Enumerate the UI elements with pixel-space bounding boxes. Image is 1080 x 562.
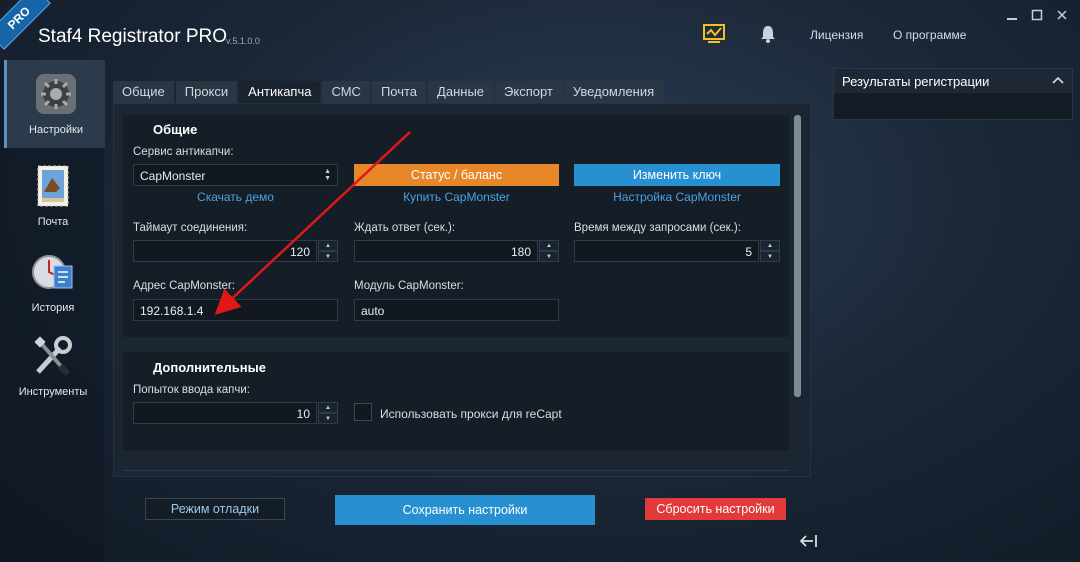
timeout-input[interactable]: 120 — [133, 240, 317, 262]
tab-anticaptcha[interactable]: Антикапча — [239, 81, 321, 103]
title-bar: PRO Staf4 Registrator PRO v.5.1.0.0 Лице… — [0, 0, 1080, 60]
step-up-icon[interactable]: ▲ — [760, 240, 780, 251]
chevron-up-icon[interactable] — [1052, 74, 1064, 88]
service-select-value: CapMonster — [140, 169, 206, 183]
bell-icon[interactable] — [754, 22, 782, 46]
address-input[interactable]: 192.168.1.4 — [133, 299, 338, 321]
step-down-icon[interactable]: ▼ — [318, 413, 338, 424]
attempts-stepper[interactable]: ▲ ▼ — [318, 402, 338, 424]
step-down-icon[interactable]: ▼ — [760, 251, 780, 262]
tools-icon — [30, 334, 76, 378]
wait-input[interactable]: 180 — [354, 240, 538, 262]
tab-proxy[interactable]: Прокси — [175, 81, 238, 103]
use-proxy-checkbox[interactable] — [354, 403, 372, 421]
address-label: Адрес CapMonster: — [133, 280, 235, 292]
wait-stepper[interactable]: ▲ ▼ — [539, 240, 559, 262]
status-balance-button[interactable]: Статус / баланс — [354, 164, 559, 186]
service-label: Сервис антикапчи: — [133, 146, 234, 158]
sidebar-item-mail[interactable]: Почта — [4, 158, 102, 246]
tab-notifications[interactable]: Уведомления — [563, 81, 664, 103]
results-title: Результаты регистрации — [842, 74, 990, 89]
module-label: Модуль CapMonster: — [354, 280, 464, 292]
collapse-panel-icon[interactable] — [798, 532, 820, 550]
step-up-icon[interactable]: ▲ — [318, 240, 338, 251]
use-proxy-label: Использовать прокси для reCapt — [380, 407, 562, 421]
tab-sms[interactable]: СМС — [322, 81, 370, 103]
module-input[interactable]: auto — [354, 299, 559, 321]
wait-label: Ждать ответ (сек.): — [354, 222, 456, 234]
attempts-label: Попыток ввода капчи: — [133, 384, 250, 396]
settings-icon — [33, 72, 79, 116]
app-version: v.5.1.0.0 — [226, 36, 260, 46]
change-key-button[interactable]: Изменить ключ — [574, 164, 780, 186]
step-down-icon[interactable]: ▼ — [539, 251, 559, 262]
close-icon[interactable] — [1051, 8, 1073, 22]
download-demo-link[interactable]: Скачать демо — [133, 190, 338, 204]
interval-input[interactable]: 5 — [574, 240, 759, 262]
tab-data[interactable]: Данные — [428, 81, 494, 103]
step-down-icon[interactable]: ▼ — [318, 251, 338, 262]
about-link[interactable]: О программе — [893, 28, 966, 42]
panel-divider — [123, 470, 789, 471]
registration-results-panel: Результаты регистрации — [833, 68, 1073, 120]
sidebar-item-label: Почта — [37, 216, 69, 228]
panel-scrollbar[interactable] — [794, 115, 801, 397]
history-icon — [30, 250, 76, 294]
minimize-icon[interactable] — [1001, 8, 1023, 22]
results-header: Результаты регистрации — [834, 69, 1072, 93]
settings-tabs: Общие Прокси Антикапча СМС Почта Данные … — [113, 81, 664, 103]
save-settings-button[interactable]: Сохранить настройки — [335, 495, 595, 525]
sidebar-item-label: Инструменты — [18, 386, 88, 398]
step-up-icon[interactable]: ▲ — [318, 402, 338, 413]
general-group-title: Общие — [153, 122, 198, 137]
tab-export[interactable]: Экспорт — [495, 81, 562, 103]
timeout-stepper[interactable]: ▲ ▼ — [318, 240, 338, 262]
timeout-label: Таймаут соединения: — [133, 222, 248, 234]
step-up-icon[interactable]: ▲ — [539, 240, 559, 251]
sidebar-item-settings[interactable]: Настройки — [4, 60, 105, 148]
sidebar-item-tools[interactable]: Инструменты — [4, 328, 102, 416]
interval-stepper[interactable]: ▲ ▼ — [760, 240, 780, 262]
reset-settings-button[interactable]: Сбросить настройки — [645, 498, 786, 520]
extra-group-title: Дополнительные — [153, 360, 266, 375]
tab-mail[interactable]: Почта — [371, 81, 427, 103]
tab-general[interactable]: Общие — [113, 81, 174, 103]
mail-stamp-icon — [30, 164, 76, 208]
sidebar: Настройки Почта История Инструменты — [0, 60, 105, 562]
debug-mode-button[interactable]: Режим отладки — [145, 498, 285, 520]
sidebar-item-label: История — [31, 302, 75, 314]
app-title: Staf4 Registrator PRO — [38, 26, 228, 47]
setup-capmonster-link[interactable]: Настройка CapMonster — [574, 190, 780, 204]
sidebar-item-history[interactable]: История — [4, 244, 102, 332]
interval-label: Время между запросами (сек.): — [574, 222, 741, 234]
monitor-icon[interactable] — [700, 22, 728, 46]
sidebar-item-label: Настройки — [29, 124, 83, 136]
maximize-icon[interactable] — [1026, 8, 1048, 22]
license-link[interactable]: Лицензия — [810, 28, 863, 42]
buy-capmonster-link[interactable]: Купить CapMonster — [354, 190, 559, 204]
attempts-input[interactable]: 10 — [133, 402, 317, 424]
service-select[interactable]: CapMonster ▲ ▼ — [133, 164, 338, 186]
updown-icon: ▲ ▼ — [324, 168, 331, 182]
